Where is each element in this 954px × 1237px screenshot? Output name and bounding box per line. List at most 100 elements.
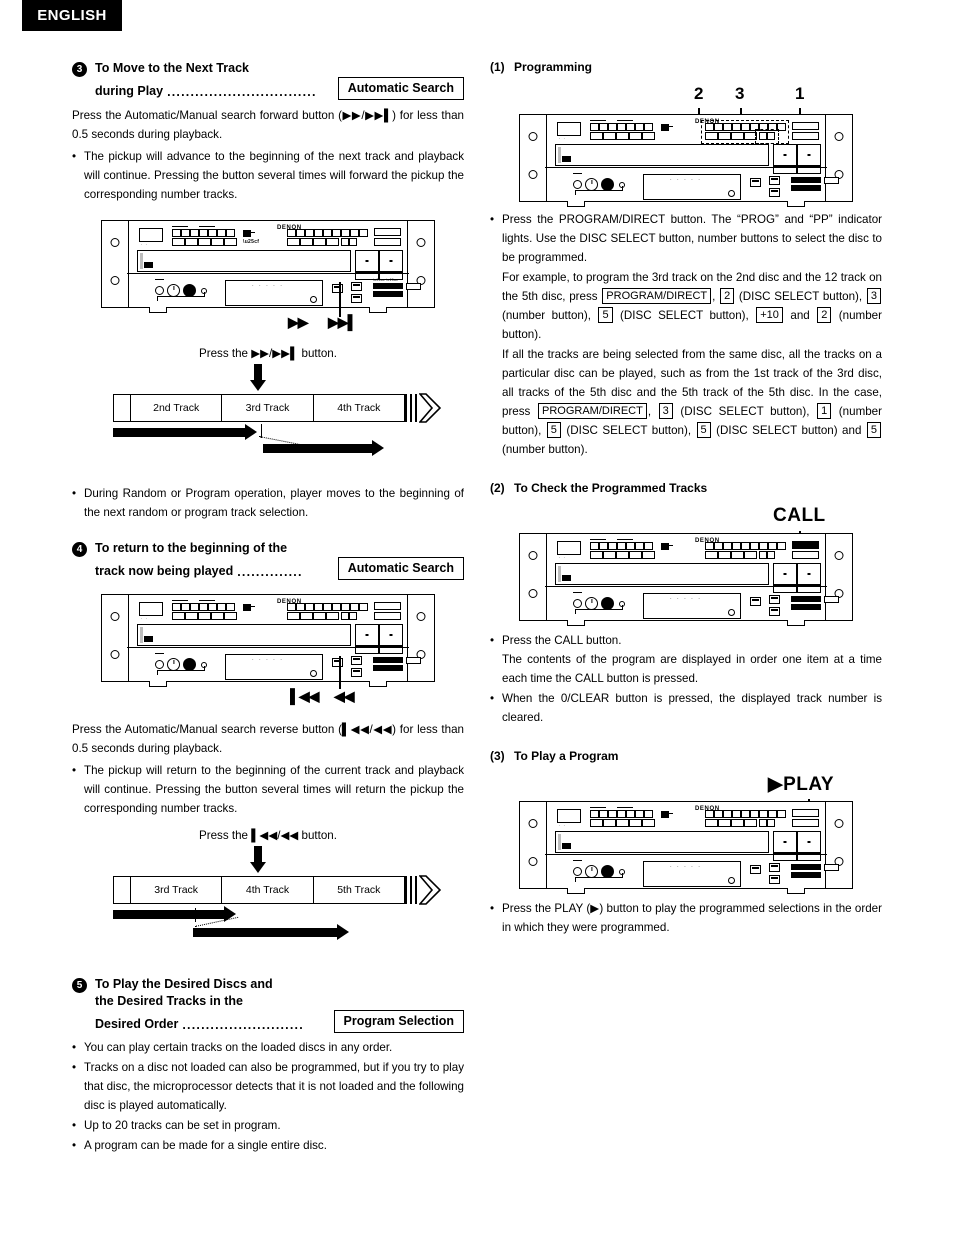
ex2-sep-2: (DISC SELECT button), [673, 405, 817, 418]
list-item: The pickup will advance to the beginning… [72, 147, 464, 204]
call-instructions: Press the CALL button. The contents of t… [490, 631, 882, 727]
timeline-cell: 4th Track [222, 877, 314, 903]
list-item: Up to 20 tracks can be set in program. [72, 1116, 464, 1135]
section-3-bullets: The pickup will advance to the beginning… [72, 147, 464, 204]
list-item: During Random or Program operation, play… [72, 484, 464, 522]
section-number-badge: 3 [72, 62, 87, 77]
section-program-selection: 5 To Play the Desired Discs and the Desi… [72, 976, 464, 1155]
timeline-forward: 2nd Track 3rd Track 4th Track [103, 364, 441, 472]
display-window [139, 228, 163, 242]
subhead-label: (1) [490, 60, 505, 74]
callout-label-play: ▶PLAY [768, 774, 835, 795]
leader-dots: .............. [237, 565, 303, 579]
subhead-label: (3) [490, 749, 505, 763]
reverse-arrow-glyph-2: ◀◀ [334, 688, 355, 704]
call-button [792, 541, 819, 549]
subhead-play-program: (3) To Play a Program [490, 749, 882, 763]
program-direct-button [792, 122, 819, 130]
ex2-sep-6: (number button). [502, 443, 588, 456]
ex-sep-2: (DISC SELECT button), [735, 290, 866, 303]
disc-tray [137, 250, 351, 272]
section-5-heading: 5 To Play the Desired Discs and the Desi… [72, 976, 464, 1033]
forward-arrow-glyph-2: ▶▶▌ [328, 314, 357, 330]
timeline-cell: 4th Track [337, 402, 381, 414]
device-illustration-programming: 2 3 1 · · DENON · · · · · [490, 84, 882, 207]
subhead-programming: (1) Programming [490, 60, 882, 74]
list-item: Press the PROGRAM/DIRECT button. The “PR… [490, 210, 882, 267]
press-caption-forward: Press the ▶▶/▶▶▌ button. [199, 347, 337, 360]
timeline-reverse: 3rd Track 4th Track 5th Track [103, 846, 441, 954]
left-column: 3 To Move to the Next Track during Play … [72, 60, 464, 1161]
section-3-heading: 3 To Move to the Next Track during Play … [72, 60, 464, 100]
upper-right-button-2 [374, 238, 401, 246]
callout-number-2: 2 [694, 84, 704, 103]
section-3-title-line1: To Move to the Next Track [95, 61, 249, 75]
key-5: 5 [598, 307, 613, 323]
ex-sep-4: (DISC SELECT button), [613, 309, 756, 322]
key2-5b: 5 [696, 422, 711, 438]
device-illustration-play: ▶PLAY · · DENON · · · · · [490, 773, 882, 894]
forward-arrow-glyph-1: ▶▶ [288, 314, 309, 330]
ex2-sep-5: (DISC SELECT button) and [711, 424, 866, 437]
timeline-cell: 3rd Track [222, 395, 314, 421]
disc-select-highlight [755, 129, 779, 144]
ex-sep-5: and [783, 309, 817, 322]
section-3-title-line2: during Play [95, 84, 164, 98]
list-item: The pickup will return to the beginning … [72, 761, 464, 818]
key2-5c: 5 [866, 422, 881, 438]
subhead-title: To Play a Program [514, 749, 619, 763]
press-caption-reverse: Press the ▌◀◀/◀◀ button. [199, 829, 337, 842]
subhead-title: To Check the Programmed Tracks [514, 481, 708, 495]
programming-text-1: Press the PROGRAM/DIRECT button. The “PR… [502, 213, 882, 264]
list-item-continued-2: If all the tracks are being selected fro… [490, 345, 882, 459]
subhead-label: (2) [490, 481, 505, 495]
leader-dots: .......................... [182, 1018, 304, 1032]
display-dots: · · [141, 242, 148, 247]
section-return-track: 4 To return to the beginning of the trac… [72, 540, 464, 954]
key-3: 3 [866, 288, 881, 304]
list-item-continued: For example, to program the 3rd track on… [490, 268, 882, 344]
tag-automatic-search: Automatic Search [337, 557, 464, 580]
section-5-bullets: You can play certain tracks on the loade… [72, 1038, 464, 1155]
key2-3: 3 [658, 403, 673, 419]
list-item: When the 0/CLEAR button is pressed, the … [490, 689, 882, 727]
device-illustration-forward: · · DENON \u25cf · · · · · \u25ac \u25ac… [72, 214, 464, 342]
key-program-direct-2: PROGRAM/DIRECT [537, 403, 647, 419]
ex-sep-1: , [712, 290, 720, 303]
key2-1: 1 [817, 403, 832, 419]
language-tab: ENGLISH [22, 0, 122, 31]
timeline-cell: 2nd Track [131, 395, 223, 421]
key-2: 2 [720, 288, 735, 304]
device-illustration-call: CALL · · DENON · · · · · [490, 505, 882, 626]
key-program-direct: PROGRAM/DIRECT [602, 288, 712, 304]
play-instructions: Press the PLAY (▶) button to play the pr… [490, 899, 882, 937]
section-4-heading: 4 To return to the beginning of the trac… [72, 540, 464, 580]
section-3-paragraph: Press the Automatic/Manual search forwar… [72, 109, 464, 141]
tag-program-selection: Program Selection [333, 1010, 464, 1033]
section-3-after-bullets: During Random or Program operation, play… [72, 484, 464, 522]
list-item: Press the CALL button. The contents of t… [490, 631, 882, 688]
timeline-cell: 3rd Track [131, 877, 223, 903]
key-2b: 2 [817, 307, 832, 323]
key-plus10: +10 [756, 307, 783, 323]
list-item: Press the PLAY (▶) button to play the pr… [490, 899, 882, 937]
ex2-sep-1: , [647, 405, 658, 418]
leader-dots: ................................ [167, 85, 317, 99]
list-item: Tracks on a disc not loaded can also be … [72, 1058, 464, 1115]
callout-label-call: CALL [773, 505, 826, 526]
section-5-title-line3: Desired Order [95, 1017, 179, 1031]
subhead-title: Programming [514, 60, 593, 74]
section-4-bullets: The pickup will return to the beginning … [72, 761, 464, 818]
ex-sep-3: (number button), [502, 309, 598, 322]
call-line-1: Press the CALL button. [502, 634, 622, 647]
reverse-arrow-glyph-1: ▌◀◀ [290, 688, 319, 704]
upper-right-button [374, 228, 401, 236]
section-5-title-line2: the Desired Tracks in the [95, 994, 243, 1008]
callout-number-3: 3 [735, 84, 745, 103]
timeline-cell: 5th Track [337, 884, 381, 896]
right-column: (1) Programming 2 3 1 · · DENON · · · · … [490, 60, 882, 937]
section-4-paragraph: Press the Automatic/Manual search revers… [72, 723, 464, 755]
section-4-title-line2: track now being played [95, 564, 234, 578]
list-item: You can play certain tracks on the loade… [72, 1038, 464, 1057]
section-number-badge: 5 [72, 978, 87, 993]
